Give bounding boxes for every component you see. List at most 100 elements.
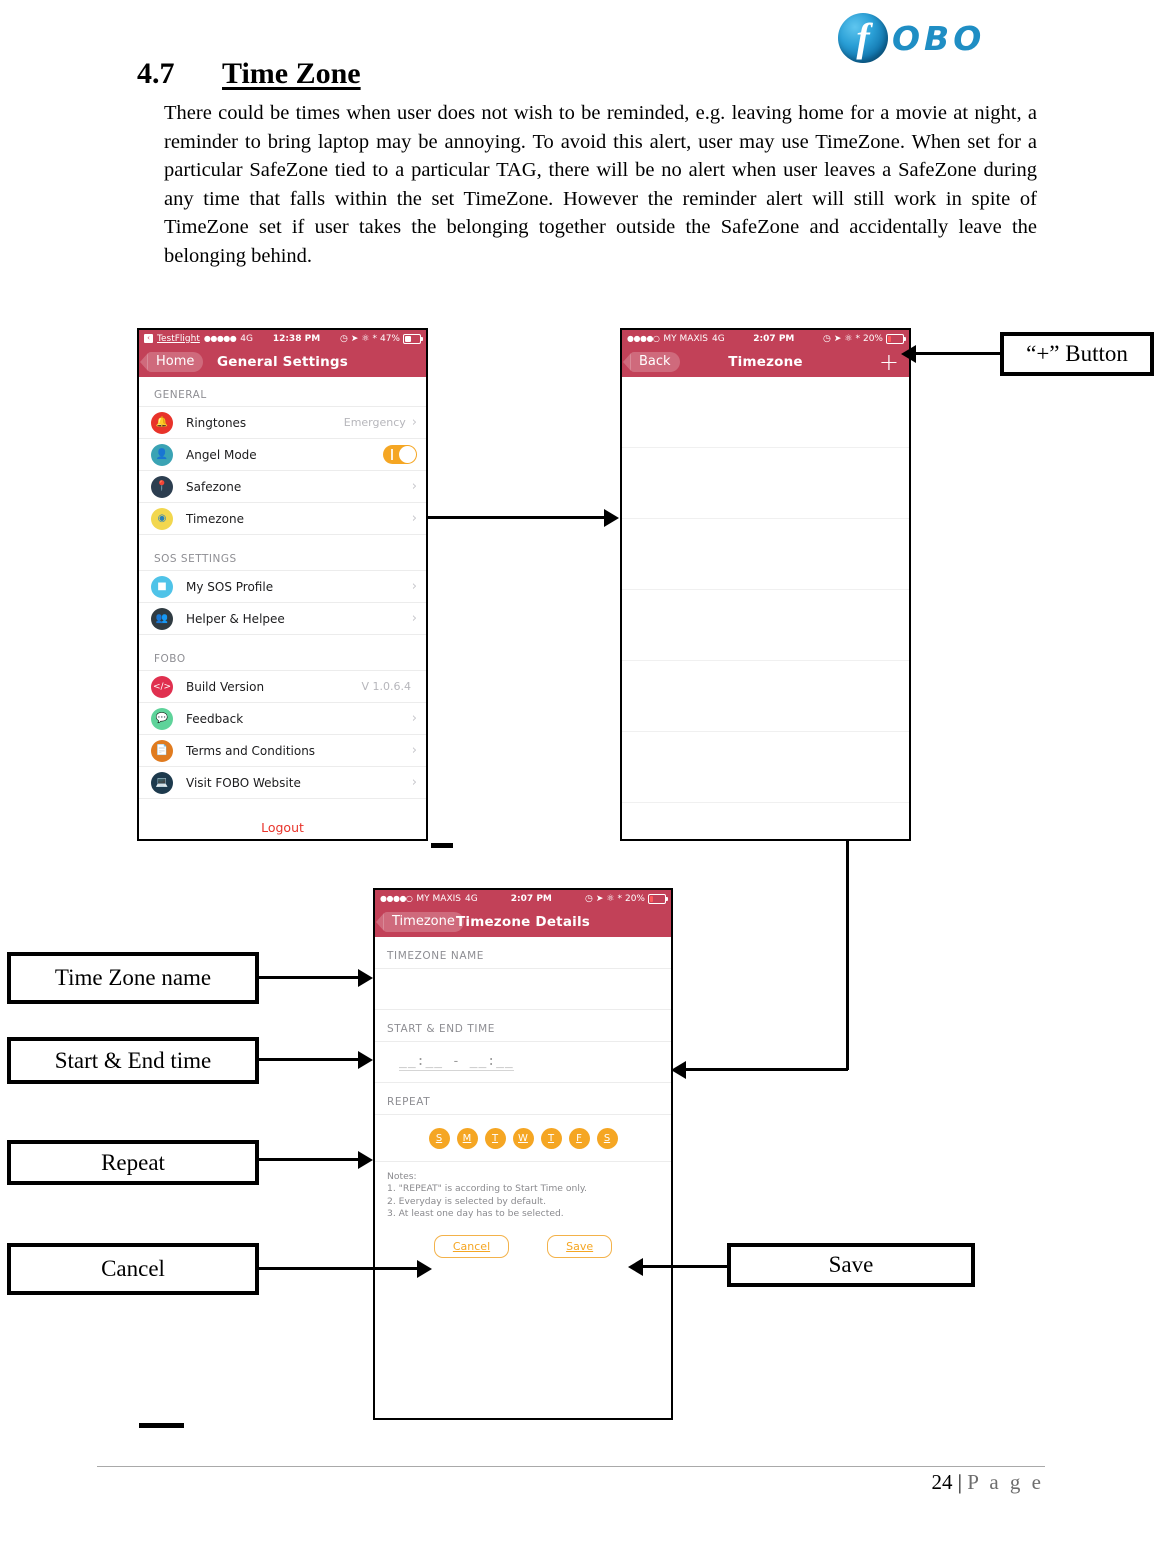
settings-row-timezone[interactable]: ◉ Timezone › xyxy=(139,502,426,534)
day-toggle-tue[interactable]: T xyxy=(484,1127,506,1149)
row-value: V 1.0.6.4 xyxy=(361,680,411,693)
location-icon: ➤ xyxy=(350,333,359,344)
action-buttons: Cancel Save xyxy=(375,1221,671,1258)
list-item[interactable] xyxy=(622,661,909,732)
flow-arrow-settings-to-list xyxy=(428,516,608,519)
status-bar: ‹ TestFlight ●●●●● 4G 12:38 PM ◷ ➤ ⚛ * 4… xyxy=(139,330,426,347)
annotation-line xyxy=(258,1158,361,1161)
settings-row-terms[interactable]: 📄 Terms and Conditions › xyxy=(139,734,426,766)
list-item[interactable] xyxy=(622,732,909,803)
repeat-day-selector: S M T W T F S xyxy=(375,1114,671,1162)
nav-bar: Home General Settings xyxy=(139,347,426,377)
angel-mode-toggle[interactable] xyxy=(383,445,417,464)
row-label: Safezone xyxy=(186,479,242,494)
start-end-time-input[interactable]: __:__ - __:__ xyxy=(375,1041,671,1083)
note-item: 3. At least one day has to be selected. xyxy=(387,1208,564,1220)
annotation-label: Save xyxy=(828,1252,874,1277)
day-toggle-sat[interactable]: S xyxy=(596,1127,618,1149)
day-toggle-fri[interactable]: F xyxy=(568,1127,590,1149)
notes-block: Notes: 1. "REPEAT" is according to Start… xyxy=(375,1162,671,1221)
annotation-line xyxy=(258,1058,361,1061)
settings-row-helper-helpee[interactable]: 👥 Helper & Helpee › xyxy=(139,602,426,634)
signal-dots-icon: ●●●●○ xyxy=(627,334,660,343)
cancel-button[interactable]: Cancel xyxy=(433,1234,510,1258)
row-label: Angel Mode xyxy=(186,447,257,462)
chevron-right-icon: › xyxy=(411,579,417,594)
day-toggle-sun[interactable]: S xyxy=(428,1127,450,1149)
battery-icon xyxy=(403,333,423,344)
group-header-general: GENERAL xyxy=(139,377,426,406)
note-item: 2. Everyday is selected by default. xyxy=(387,1195,547,1207)
fobo-logo-letter: f xyxy=(856,15,870,60)
annotation-arrow-head xyxy=(417,1260,432,1278)
battery-icon xyxy=(648,893,668,904)
annotation-cancel: Cancel xyxy=(7,1243,259,1295)
group-header-sos: SOS SETTINGS xyxy=(139,549,426,570)
day-toggle-thu[interactable]: T xyxy=(540,1127,562,1149)
logout-button[interactable]: Logout xyxy=(139,813,426,835)
annotation-label: Repeat xyxy=(101,1149,165,1175)
annotation-line xyxy=(258,976,361,979)
carrier-name: MY MAXIS xyxy=(416,893,461,904)
note-item: 1. "REPEAT" is according to Start Time o… xyxy=(387,1183,587,1195)
screenshot-general-settings: ‹ TestFlight ●●●●● 4G 12:38 PM ◷ ➤ ⚛ * 4… xyxy=(137,328,428,841)
day-toggle-wed[interactable]: W xyxy=(512,1127,534,1149)
rotation-lock-icon: ⚛ xyxy=(844,333,853,344)
alarm-icon: ◷ xyxy=(340,333,348,344)
siren-icon: ■ xyxy=(151,575,173,598)
body-paragraph: There could be times when user does not … xyxy=(164,102,1037,267)
back-button-timezone[interactable]: Timezone xyxy=(383,912,464,932)
settings-row-angel-mode[interactable]: 👤 Angel Mode xyxy=(139,438,426,470)
chevron-right-icon: › xyxy=(411,743,417,758)
map-pin-icon: 📍 xyxy=(151,475,173,498)
settings-row-ringtones[interactable]: 🔔 Ringtones Emergency › xyxy=(139,406,426,438)
annotation-arrow-head xyxy=(358,1051,373,1069)
signal-dots-icon: ●●●●● xyxy=(203,334,237,343)
back-button[interactable]: Back xyxy=(630,352,680,372)
bluetooth-icon: * xyxy=(617,893,622,904)
network-type: 4G xyxy=(711,333,725,344)
network-type: 4G xyxy=(464,893,478,904)
nav-bar: Timezone Timezone Details xyxy=(375,907,671,937)
annotation-arrow-head xyxy=(358,969,373,987)
row-label: Build Version xyxy=(186,679,265,694)
flow-connector-vertical xyxy=(846,841,849,1070)
nav-bar: Back Timezone + xyxy=(622,347,909,377)
section-label-repeat: REPEAT xyxy=(387,1096,431,1108)
group-header-fobo: FOBO xyxy=(139,649,426,670)
group-spacer xyxy=(139,634,426,649)
list-item[interactable] xyxy=(622,448,909,519)
battery-icon xyxy=(886,333,906,344)
row-label: Feedback xyxy=(186,711,244,726)
row-label: Ringtones xyxy=(186,415,247,430)
page-title: Time Zone xyxy=(222,57,361,90)
row-label: Timezone xyxy=(186,511,244,526)
add-timezone-button[interactable]: + xyxy=(879,350,899,374)
list-item[interactable] xyxy=(622,519,909,590)
back-to-app-icon: ‹ xyxy=(144,334,153,343)
page-separator: | xyxy=(952,1470,968,1494)
settings-row-feedback[interactable]: 💬 Feedback › xyxy=(139,702,426,734)
settings-row-safezone[interactable]: 📍 Safezone › xyxy=(139,470,426,502)
location-icon: ➤ xyxy=(595,893,604,904)
save-button[interactable]: Save xyxy=(547,1234,613,1258)
annotation-line xyxy=(643,1265,729,1268)
timezone-name-input[interactable] xyxy=(375,968,671,1010)
day-toggle-mon[interactable]: M xyxy=(456,1127,478,1149)
battery-percent: 20% xyxy=(624,893,645,904)
list-item[interactable] xyxy=(622,590,909,661)
status-bar: ●●●●○ MY MAXIS 4G 2:07 PM ◷ ➤ ⚛ * 20% xyxy=(622,330,909,347)
back-button-home[interactable]: Home xyxy=(147,352,204,372)
page-tick-mark xyxy=(139,1423,184,1428)
settings-row-website[interactable]: 💻 Visit FOBO Website › xyxy=(139,766,426,798)
signal-dots-icon: ●●●●○ xyxy=(380,894,413,903)
settings-row-my-sos-profile[interactable]: ■ My SOS Profile › xyxy=(139,570,426,602)
list-item[interactable] xyxy=(622,377,909,448)
row-value: Emergency xyxy=(343,416,406,429)
bell-icon: 🔔 xyxy=(151,411,173,434)
annotation-arrow-head xyxy=(901,345,916,363)
flow-connector-horizontal xyxy=(686,1068,848,1071)
carrier-name: MY MAXIS xyxy=(663,333,708,344)
fobo-logo-text: OBO xyxy=(892,18,986,58)
annotation-label: Time Zone name xyxy=(54,965,212,990)
